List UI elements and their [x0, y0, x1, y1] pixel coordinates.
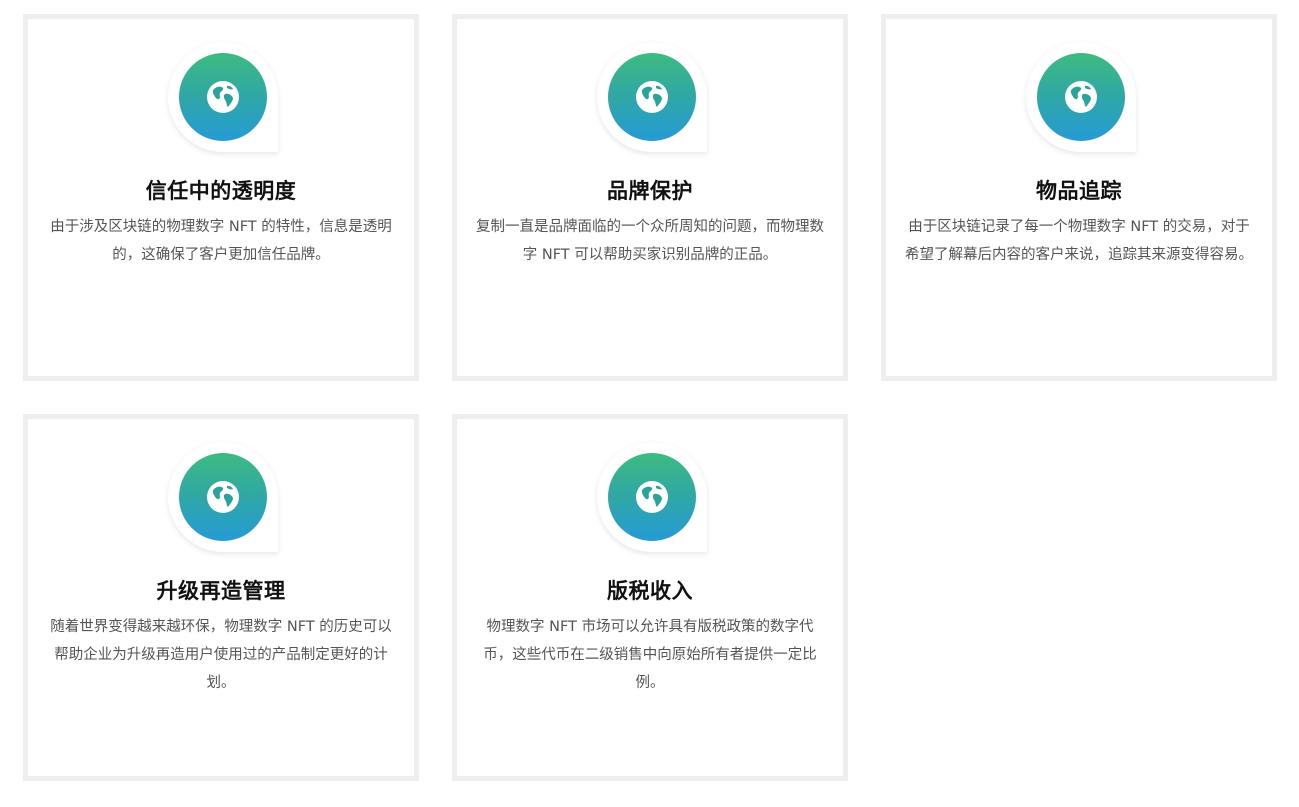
feature-card-item-tracking: 物品追踪 由于区块链记录了每一个物理数字 NFT 的交易，对于希望了解幕后内容的…	[881, 14, 1277, 381]
feature-card-transparency: 信任中的透明度 由于涉及区块链的物理数字 NFT 的特性，信息是透明的，这确保了…	[23, 14, 419, 381]
card-description: 物理数字 NFT 市场可以允许具有版税政策的数字代币，这些代币在二级销售中向原始…	[483, 619, 817, 691]
card-description: 复制一直是品牌面临的一个众所周知的问题，而物理数字 NFT 可以帮助买家识别品牌…	[476, 219, 824, 263]
icon-badge	[168, 42, 278, 152]
icon-badge	[597, 42, 707, 152]
card-title: 物品追踪	[1036, 179, 1122, 203]
icon-badge	[597, 442, 707, 552]
card-title: 升级再造管理	[156, 579, 286, 603]
feature-card-upcycle-management: 升级再造管理 随着世界变得越来越环保，物理数字 NFT 的历史可以帮助企业为升级…	[23, 414, 419, 781]
card-description: 由于涉及区块链的物理数字 NFT 的特性，信息是透明的，这确保了客户更加信任品牌…	[50, 219, 392, 263]
globe-icon	[1037, 53, 1125, 141]
globe-icon	[179, 453, 267, 541]
globe-icon	[608, 53, 696, 141]
card-title: 版税收入	[607, 579, 693, 603]
globe-icon	[179, 53, 267, 141]
icon-badge	[1026, 42, 1136, 152]
icon-badge	[168, 442, 278, 552]
feature-card-brand-protection: 品牌保护 复制一直是品牌面临的一个众所周知的问题，而物理数字 NFT 可以帮助买…	[452, 14, 848, 381]
feature-card-royalty-income: 版税收入 物理数字 NFT 市场可以允许具有版税政策的数字代币，这些代币在二级销…	[452, 414, 848, 781]
card-description: 随着世界变得越来越环保，物理数字 NFT 的历史可以帮助企业为升级再造用户使用过…	[50, 619, 392, 691]
card-description: 由于区块链记录了每一个物理数字 NFT 的交易，对于希望了解幕后内容的客户来说，…	[905, 219, 1253, 263]
card-title: 信任中的透明度	[145, 179, 297, 203]
globe-icon	[608, 453, 696, 541]
card-title: 品牌保护	[607, 179, 693, 203]
